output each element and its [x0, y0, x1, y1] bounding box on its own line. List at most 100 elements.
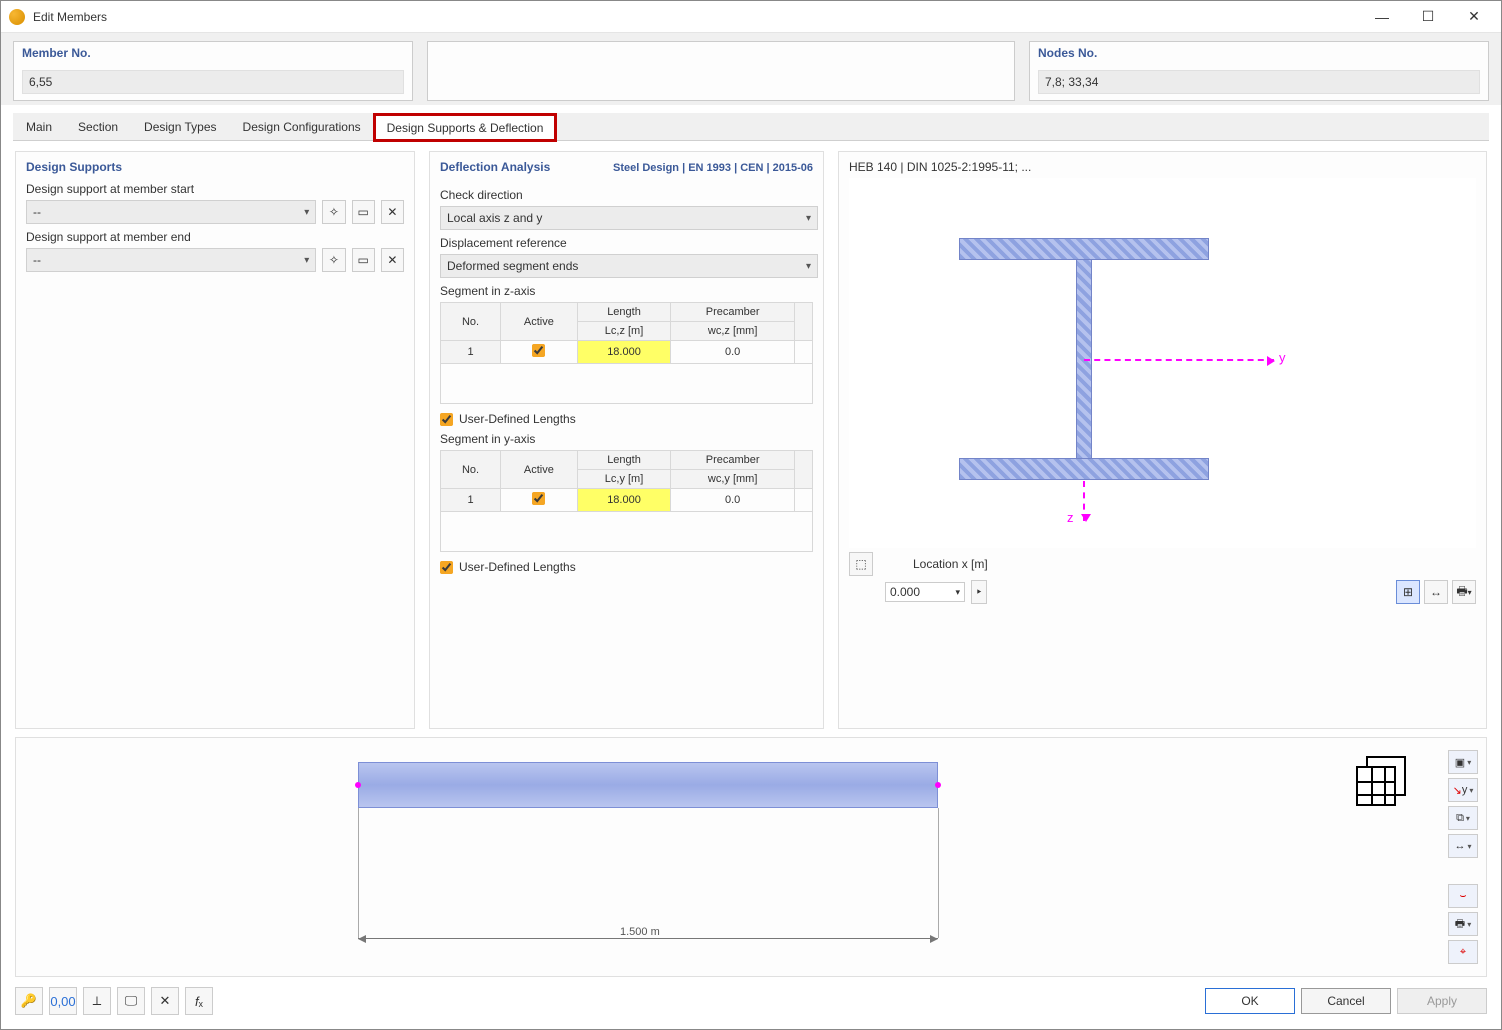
support-start-value: -- [33, 205, 41, 219]
help-button[interactable]: 🔑 [15, 987, 43, 1015]
library-support-start-button[interactable]: ▭ [352, 200, 375, 224]
location-stepper[interactable]: ‣ [971, 580, 987, 604]
y-axis-line [1084, 359, 1274, 361]
segment-y-table: No. Active Length Precamber Lc,y [m] wc,… [440, 450, 813, 552]
check-direction-label: Check direction [440, 188, 813, 202]
y-length-cell[interactable]: 18.000 [577, 489, 671, 512]
delete-support-start-button[interactable]: ✕ [381, 200, 404, 224]
nodes-no-box: Nodes No. 7,8; 33,34 [1029, 41, 1489, 101]
maximize-button[interactable]: ☐ [1405, 1, 1451, 33]
chevron-down-icon: ▾ [955, 587, 960, 598]
design-supports-title: Design Supports [26, 160, 404, 174]
y-udl-checkbox[interactable] [440, 561, 453, 574]
titlebar: Edit Members — ☐ ✕ [1, 1, 1501, 33]
y-row-no: 1 [441, 489, 501, 512]
deflection-title: Deflection Analysis [440, 160, 550, 174]
member-preview[interactable]: 1.500 m ▣▾ ↘y▾ ⧉▾ ↔▾ ⌣ 🖶▾ ⌖ [15, 737, 1487, 977]
deflection-subtitle: Steel Design | EN 1993 | CEN | 2015-06 [613, 162, 813, 174]
member-icon-button[interactable]: ⟂ [83, 987, 111, 1015]
window-title: Edit Members [33, 10, 107, 24]
tab-section[interactable]: Section [65, 113, 131, 140]
support-end-label: Design support at member end [26, 230, 404, 244]
chevron-down-icon: ▾ [806, 213, 811, 224]
ok-button[interactable]: OK [1205, 988, 1295, 1014]
display-button[interactable]: 🖵 [117, 987, 145, 1015]
y-active-checkbox[interactable] [532, 492, 545, 505]
col-length: Length [577, 303, 671, 322]
app-icon [9, 9, 25, 25]
tabs: Main Section Design Types Design Configu… [13, 113, 1489, 141]
col-precamber: Precamber [671, 303, 795, 322]
minimize-button[interactable]: — [1359, 1, 1405, 33]
location-x-input[interactable]: 0.000 ▾ [885, 582, 965, 602]
support-end-combo[interactable]: -- ▾ [26, 248, 316, 272]
displacement-ref-combo[interactable]: Deformed segment ends ▾ [440, 254, 818, 278]
y-length-unit: Lc,y [m] [577, 470, 671, 489]
tab-design-configurations[interactable]: Design Configurations [230, 113, 374, 140]
tab-design-types[interactable]: Design Types [131, 113, 230, 140]
table-row[interactable]: 1 18.000 0.0 [441, 489, 813, 512]
close-button[interactable]: ✕ [1451, 1, 1497, 33]
delete-support-end-button[interactable]: ✕ [381, 248, 404, 272]
z-precamber-cell[interactable]: 0.0 [671, 341, 795, 364]
tab-design-supports-deflection[interactable]: Design Supports & Deflection [374, 114, 557, 141]
z-axis-line [1083, 481, 1085, 521]
col-active: Active [501, 303, 578, 341]
edit-members-window: Edit Members — ☐ ✕ Member No. 6,55 Nodes… [0, 0, 1502, 1030]
check-direction-value: Local axis z and y [447, 211, 542, 225]
view-dim-button[interactable]: ↔▾ [1448, 834, 1478, 858]
chevron-down-icon: ▾ [304, 207, 309, 218]
y-udl-row[interactable]: User-Defined Lengths [440, 560, 813, 574]
reset-zoom-button[interactable]: ⌖ [1448, 940, 1478, 964]
support-start-combo[interactable]: -- ▾ [26, 200, 316, 224]
delete-button[interactable]: ✕ [151, 987, 179, 1015]
col-precamber: Precamber [671, 451, 795, 470]
smile-button[interactable]: ⌣ [1448, 884, 1478, 908]
member-no-box: Member No. 6,55 [13, 41, 413, 101]
units-button[interactable]: 0,00 [49, 987, 77, 1015]
member-no-value[interactable]: 6,55 [22, 70, 404, 94]
print-button[interactable]: 🖶▾ [1452, 580, 1476, 604]
print-preview-button[interactable]: 🖶▾ [1448, 912, 1478, 936]
z-active-checkbox[interactable] [532, 344, 545, 357]
z-length-cell[interactable]: 18.000 [577, 341, 671, 364]
new-support-end-button[interactable]: ✧ [322, 248, 345, 272]
view-cube[interactable] [1356, 756, 1406, 806]
y-udl-label: User-Defined Lengths [459, 560, 576, 574]
y-precamber-cell[interactable]: 0.0 [671, 489, 795, 512]
content-area: Design Supports Design support at member… [1, 141, 1501, 729]
apply-button[interactable]: Apply [1397, 988, 1487, 1014]
table-row[interactable]: 1 18.000 0.0 [441, 341, 813, 364]
segment-y-label: Segment in y-axis [440, 432, 813, 446]
z-length-unit: Lc,z [m] [577, 322, 671, 341]
ibeam-top-flange [959, 238, 1209, 260]
fx-button[interactable]: fₓ [185, 987, 213, 1015]
library-support-end-button[interactable]: ▭ [352, 248, 375, 272]
cross-section-view[interactable]: y z [849, 178, 1476, 548]
col-length: Length [577, 451, 671, 470]
view-axis-button[interactable]: ↘y▾ [1448, 778, 1478, 802]
cross-section-title: HEB 140 | DIN 1025-2:1995-11; ... [849, 160, 1476, 174]
cancel-button[interactable]: Cancel [1301, 988, 1391, 1014]
segment-z-table: No. Active Length Precamber Lc,z [m] wc,… [440, 302, 813, 404]
view-iso-button[interactable]: ▣▾ [1448, 750, 1478, 774]
design-supports-panel: Design Supports Design support at member… [15, 151, 415, 729]
dimension-line [358, 938, 938, 939]
z-udl-row[interactable]: User-Defined Lengths [440, 412, 813, 426]
nodes-no-value[interactable]: 7,8; 33,34 [1038, 70, 1480, 94]
deflection-panel: Deflection Analysis Steel Design | EN 19… [429, 151, 824, 729]
dimension-button[interactable]: ↔ [1424, 580, 1448, 604]
extension-left [358, 808, 359, 938]
cross-section-panel: HEB 140 | DIN 1025-2:1995-11; ... y z ⬚ … [838, 151, 1487, 729]
axes-toggle-button[interactable]: ⊞ [1396, 580, 1420, 604]
view-section-button[interactable]: ⧉▾ [1448, 806, 1478, 830]
view-3d-button[interactable]: ⬚ [849, 552, 873, 576]
check-direction-combo[interactable]: Local axis z and y ▾ [440, 206, 818, 230]
z-udl-checkbox[interactable] [440, 413, 453, 426]
new-support-start-button[interactable]: ✧ [322, 200, 345, 224]
y-axis-label: y [1279, 350, 1286, 365]
chevron-down-icon: ▾ [806, 261, 811, 272]
support-start-label: Design support at member start [26, 182, 404, 196]
tab-main[interactable]: Main [13, 113, 65, 140]
chevron-down-icon: ▾ [304, 255, 309, 266]
